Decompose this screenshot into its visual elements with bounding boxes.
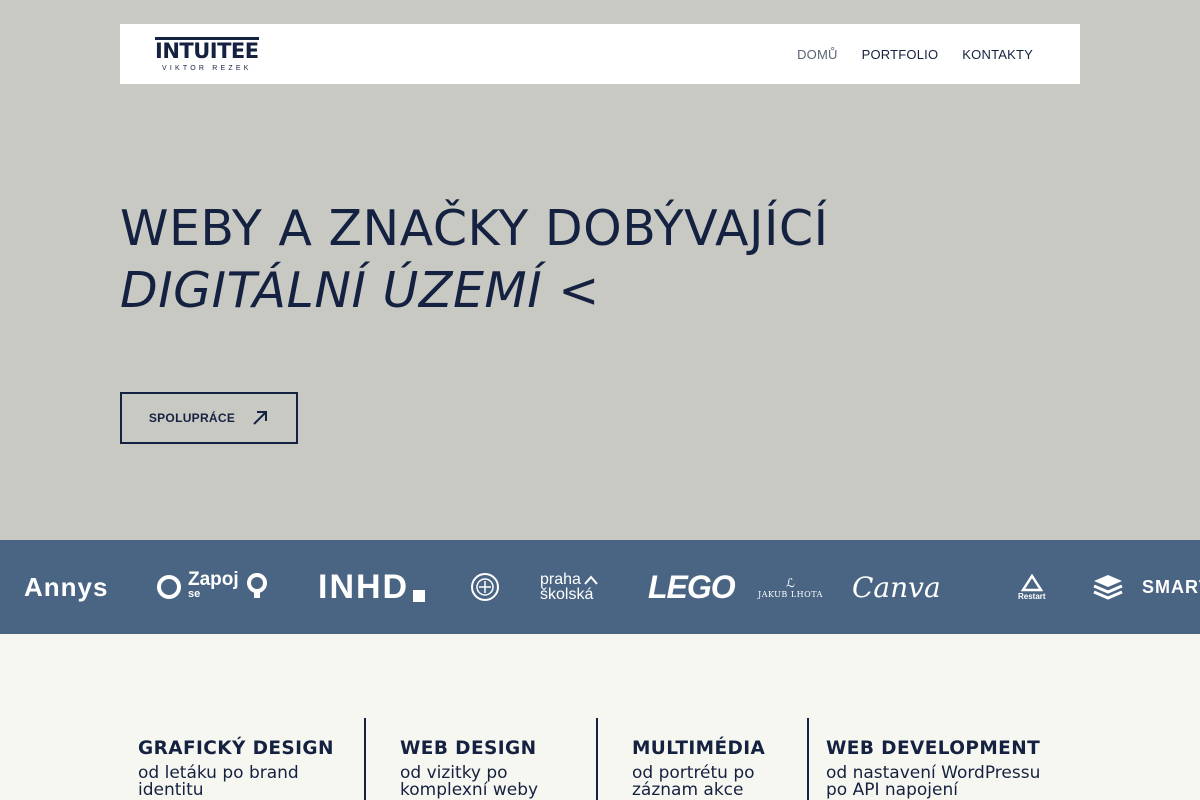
hero-heading: WEBY A ZNAČKY DOBÝVAJÍCÍ DIGITÁLNÍ ÚZEMÍ…	[120, 198, 829, 322]
circle-icon	[157, 575, 181, 599]
service-web-development: WEB DEVELOPMENT od nastavení WordPressu …	[826, 738, 1040, 799]
top-navbar: INTUITEE VIKTOR REZEK DOMŮ PORTFOLIO KON…	[120, 24, 1080, 84]
service-divider	[364, 718, 366, 800]
client-logo-smart-text: SMART	[1142, 576, 1200, 597]
service-description-line2: po API napojení	[826, 780, 958, 800]
layers-icon	[1093, 575, 1123, 600]
service-description-line2: komplexní weby	[400, 780, 539, 800]
monogram-icon: ℒ	[786, 575, 795, 590]
client-logo-zapoj-sub: se	[188, 588, 201, 600]
nav-item-portfolio[interactable]: PORTFOLIO	[862, 47, 939, 62]
client-logos-strip: Annys Zapoj se INHD praha školská LEGO ℒ…	[0, 540, 1200, 634]
main-nav: DOMŮ PORTFOLIO KONTAKTY	[797, 47, 1033, 62]
client-logo-inhd: INHD	[318, 540, 426, 634]
client-logo-smart: SMART	[1092, 540, 1200, 634]
service-title: WEB DESIGN	[400, 738, 537, 759]
client-logo-praha-text: praha	[540, 571, 581, 588]
roof-icon	[584, 574, 598, 585]
client-logo-lego: LEGO	[648, 540, 736, 634]
square-icon	[413, 590, 426, 602]
client-logo-zapoj-text: Zapoj	[188, 569, 239, 590]
client-logo-restart-text: Restart	[1018, 591, 1046, 601]
client-logo-restart: Restart	[1018, 540, 1046, 634]
client-logo-annys: Annys	[24, 540, 108, 634]
service-graphic-design: GRAFICKÝ DESIGN od letáku po brand ident…	[138, 738, 334, 799]
service-title: MULTIMÉDIA	[632, 738, 766, 759]
client-logo-skolska-text: školská	[540, 586, 594, 603]
client-logo-canva-text: Canva	[852, 570, 941, 604]
cooperation-button-label: SPOLUPRÁCE	[148, 411, 236, 425]
logo-tagline: VIKTOR REZEK	[161, 64, 252, 72]
cooperation-button[interactable]: SPOLUPRÁCE	[120, 392, 298, 444]
client-logo-inhd-text: INHD	[318, 567, 410, 606]
emblem-icon	[471, 573, 499, 601]
hero-heading-line2: DIGITÁLNÍ ÚZEMÍ <	[120, 262, 600, 319]
service-description: od nastavení WordPressu po API napojení	[826, 765, 1040, 799]
service-description: od letáku po brand identitu	[138, 765, 334, 799]
client-logo-lego-text: LEGO	[648, 568, 736, 605]
service-description: od portrétu po záznam akce	[632, 765, 765, 799]
client-logo-annys-text: Annys	[24, 571, 109, 602]
client-logo-jakub-lhota: ℒ JAKUB LHOTA	[758, 540, 823, 634]
service-web-design: WEB DESIGN od vizitky po komplexní weby	[400, 738, 538, 799]
arrow-up-right-icon	[253, 411, 268, 425]
service-title: GRAFICKÝ DESIGN	[138, 738, 334, 759]
triangle-icon	[1020, 573, 1043, 591]
client-logo-zapoj: Zapoj se	[156, 540, 269, 634]
client-logo-emblem	[470, 540, 500, 634]
nav-item-home[interactable]: DOMŮ	[797, 47, 838, 62]
client-logo-lhota-text: JAKUB LHOTA	[758, 589, 823, 599]
service-multimedia: MULTIMÉDIA od portrétu po záznam akce	[632, 738, 765, 799]
hero-heading-line1: WEBY A ZNAČKY DOBÝVAJÍCÍ	[120, 200, 829, 257]
service-divider	[596, 718, 598, 800]
service-description-line2: záznam akce	[632, 780, 744, 800]
service-description: od vizitky po komplexní weby	[400, 765, 538, 799]
service-title: WEB DEVELOPMENT	[826, 738, 1041, 759]
lightbulb-icon	[246, 573, 267, 598]
site-logo[interactable]: INTUITEE VIKTOR REZEK	[155, 36, 259, 72]
client-logo-praha-skolska: praha školská	[540, 540, 598, 634]
client-logo-canva: Canva	[852, 540, 941, 634]
service-description-line2: identitu	[138, 780, 204, 800]
nav-item-contacts[interactable]: KONTAKTY	[962, 47, 1033, 62]
logo-wordmark: INTUITEE	[155, 36, 259, 63]
service-divider	[807, 718, 809, 800]
